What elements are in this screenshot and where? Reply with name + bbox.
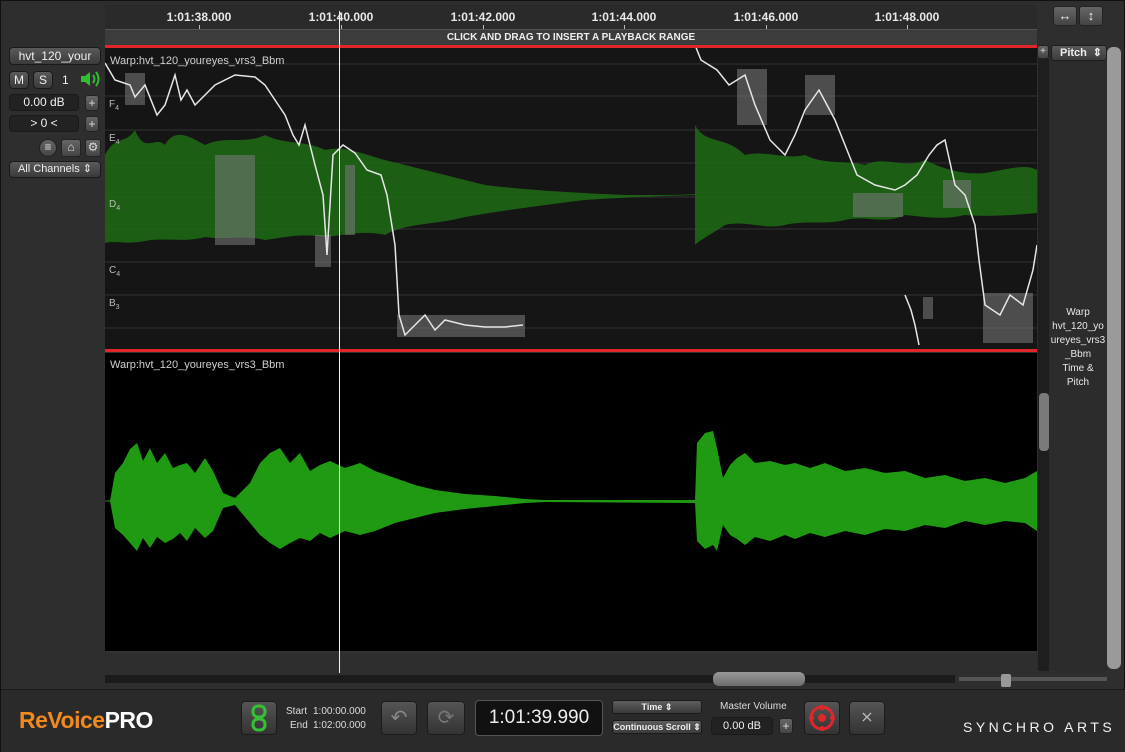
end-label: End: [290, 720, 308, 731]
timeline-ruler[interactable]: 1:01:38.000 1:01:40.000 1:01:42.000 1:01…: [105, 5, 1037, 31]
pitch-pane-label: Warp:hvt_120_youreyes_vrs3_Bbm: [110, 55, 285, 67]
view-select-label: Pitch: [1060, 47, 1087, 59]
view-select[interactable]: Pitch ⇕: [1051, 45, 1107, 61]
waveform-editor[interactable]: Warp:hvt_120_youreyes_vrs3_Bbm: [105, 353, 1037, 653]
note-label: D4: [109, 199, 120, 212]
zoom-slider[interactable]: [959, 677, 1107, 681]
undo-icon: ↶: [390, 707, 408, 729]
playback-range-bar[interactable]: CLICK AND DRAG TO INSERT A PLAYBACK RANG…: [105, 29, 1037, 45]
note-octave: 4: [115, 139, 120, 146]
speaker-icon[interactable]: [79, 69, 103, 94]
range-marker-bottom: [105, 349, 1037, 352]
horizontal-scrollbar[interactable]: [105, 675, 955, 683]
master-volume-adjust-icon[interactable]: +: [779, 718, 793, 734]
link-button[interactable]: [241, 701, 277, 735]
process-button[interactable]: [804, 701, 840, 735]
logo-revoice: ReVoice: [19, 707, 105, 733]
expand-horizontal-icon[interactable]: ↔: [1053, 6, 1077, 26]
vertical-scroll-thumb[interactable]: [1039, 393, 1049, 451]
solo-button[interactable]: S: [33, 71, 53, 89]
note-name: E: [109, 133, 116, 144]
note-label: F4: [109, 99, 119, 112]
zoom-slider-knob[interactable]: [1001, 674, 1011, 687]
time-mode-select[interactable]: Time ⇕: [612, 700, 702, 714]
master-volume-label: Master Volume: [720, 701, 787, 712]
channels-select[interactable]: All Channels ⇕: [9, 161, 101, 178]
playhead[interactable]: [339, 11, 340, 673]
chevron-updown-icon: ⇕: [1092, 47, 1102, 59]
ruler-tick: 1:01:46.000: [733, 10, 799, 24]
note-name: B: [109, 298, 116, 309]
desc-line: Pitch: [1066, 377, 1090, 388]
note-label: B3: [109, 298, 120, 311]
app-window: 1:01:38.000 1:01:40.000 1:01:42.000 1:01…: [0, 0, 1125, 752]
desc-line: ureyes_vrs3: [1050, 335, 1106, 346]
range-marker-top: [105, 45, 1037, 48]
desc-line: hvt_120_yo: [1052, 321, 1104, 332]
gain-field[interactable]: 0.00 dB: [9, 94, 79, 111]
gain-adjust-icon[interactable]: +: [85, 95, 99, 111]
scroll-mode-label: Continuous Scroll: [613, 722, 691, 732]
mute-button[interactable]: M: [9, 71, 29, 89]
note-octave: 4: [116, 205, 121, 212]
note-label: C4: [109, 265, 120, 278]
ruler-tick: 1:01:40.000: [308, 10, 374, 24]
synchro-arts-logo: SYNCHRO ARTS: [963, 719, 1116, 735]
pan-field[interactable]: > 0 <: [9, 115, 79, 132]
ruler-tick: 1:01:38.000: [166, 10, 232, 24]
start-label: Start: [286, 706, 308, 717]
expand-vertical-icon[interactable]: ↕: [1079, 6, 1103, 26]
channels-label: All Channels: [17, 163, 80, 175]
app-logo: ReVoicePRO: [19, 707, 153, 734]
note-octave: 4: [116, 271, 121, 278]
ruler-tick: 1:01:42.000: [450, 10, 516, 24]
clear-icon: ⨯: [860, 709, 874, 726]
panel-toggle-icon[interactable]: +: [1037, 45, 1049, 59]
horizontal-scroll-thumb[interactable]: [713, 672, 805, 686]
master-volume-field[interactable]: 0.00 dB: [711, 717, 773, 735]
ruler-tick: 1:01:44.000: [591, 10, 657, 24]
adjust-icon[interactable]: ≡: [39, 139, 57, 157]
process-icon: [809, 705, 835, 731]
undo-button[interactable]: ↶: [381, 701, 417, 735]
scroll-mode-select[interactable]: Continuous Scroll ⇕: [612, 720, 702, 734]
track-number: 1: [62, 73, 69, 87]
ruler-tick: 1:01:48.000: [874, 10, 940, 24]
time-mode-label: Time: [641, 702, 663, 712]
start-value[interactable]: 1:00:00.000: [313, 706, 366, 717]
right-panel-scrollbar[interactable]: [1107, 47, 1121, 669]
timecode-display[interactable]: 1:01:39.990: [475, 700, 603, 736]
desc-line: Warp: [1066, 307, 1090, 318]
clear-button[interactable]: ⨯: [849, 701, 885, 735]
note-octave: 4: [115, 105, 120, 112]
loop-button[interactable]: ⟳: [427, 701, 465, 735]
note-octave: 3: [115, 304, 120, 311]
desc-line: Time &: [1062, 363, 1094, 374]
pitch-editor[interactable]: Warp:hvt_120_youreyes_vrs3_Bbm F4 E4 D4 …: [105, 45, 1037, 351]
logo-pro: PRO: [104, 707, 154, 733]
desc-line: _Bbm: [1064, 349, 1092, 360]
pan-adjust-icon[interactable]: +: [85, 116, 99, 132]
track-header: hvt_120_your M S 1 0.00 dB + > 0 < + ≡ ⌂…: [5, 45, 105, 178]
link-icon: [251, 704, 267, 732]
lock-icon[interactable]: ⌂: [61, 139, 81, 157]
gear-icon[interactable]: ⚙: [85, 139, 101, 157]
note-label: E4: [109, 133, 120, 146]
track-name-field[interactable]: hvt_120_your: [9, 47, 101, 65]
end-value[interactable]: 1:02:00.000: [313, 720, 366, 731]
process-description: Warp hvt_120_yo ureyes_vrs3 _Bbm Time & …: [1049, 306, 1107, 390]
loop-icon: ⟳: [437, 707, 455, 729]
wave-pane-label: Warp:hvt_120_youreyes_vrs3_Bbm: [110, 359, 285, 371]
pane-divider: [105, 651, 1037, 653]
